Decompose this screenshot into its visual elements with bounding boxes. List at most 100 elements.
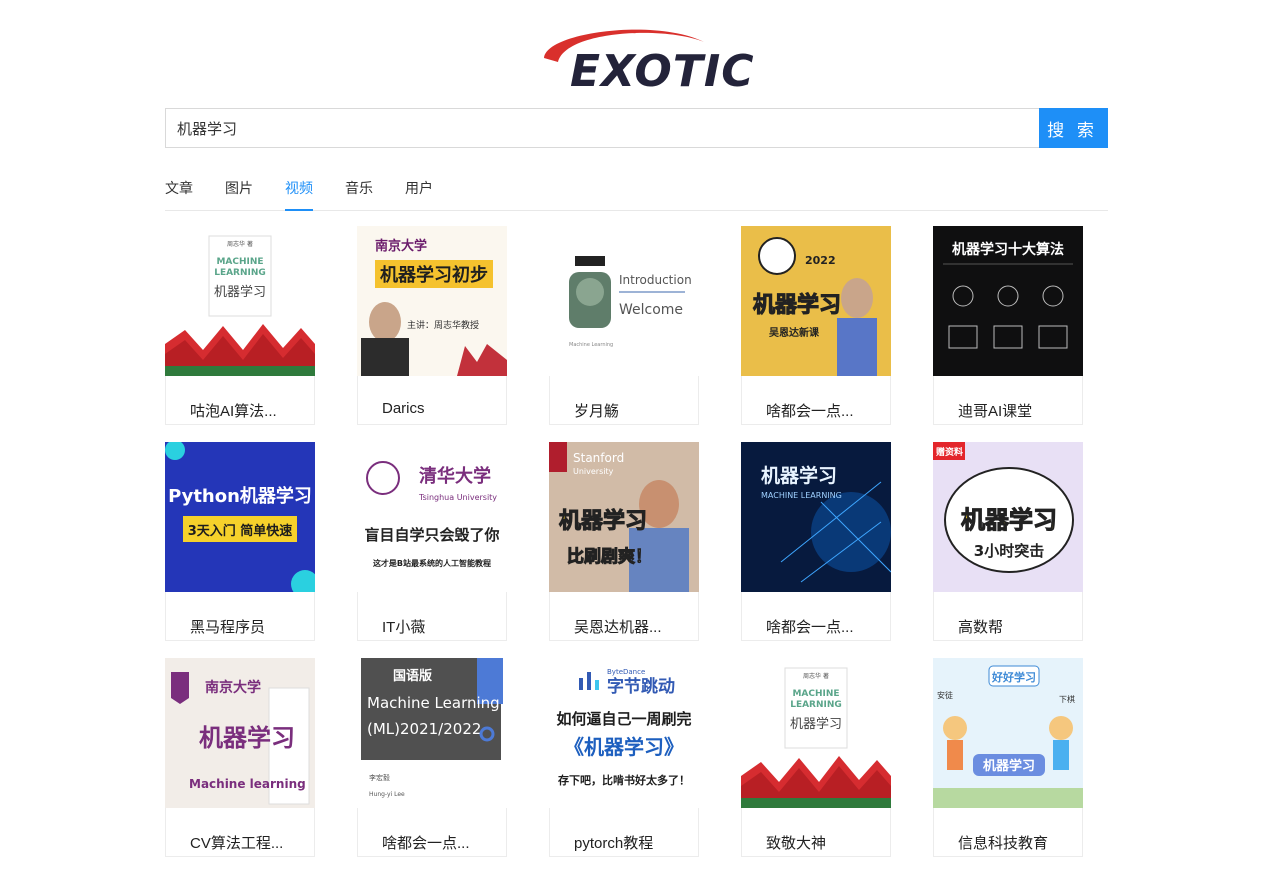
- video-author[interactable]: 啥都会一点...: [766, 616, 854, 637]
- video-thumbnail[interactable]: 清华大学 Tsinghua University 盲目自学只会毁了你 这才是B站…: [357, 442, 507, 592]
- thumb-text: 2022: [805, 254, 836, 267]
- thumb-text: ByteDance: [607, 668, 645, 676]
- thumb-text: MACHINE: [792, 689, 839, 699]
- thumb-text: 安徒: [937, 690, 953, 700]
- thumb-text: Machine Learning: [367, 694, 500, 712]
- video-author[interactable]: Darics: [382, 400, 425, 417]
- thumb-text: 吴恩达新课: [769, 326, 820, 339]
- video-card[interactable]: Introduction Welcome Machine Learning 岁月…: [549, 226, 699, 425]
- thumb-text: 3天入门 简单快速: [188, 523, 293, 539]
- video-card[interactable]: 2022 机器学习 吴恩达新课 啥都会一点...: [741, 226, 891, 425]
- thumb-text: 存下吧，比啃书好太多了！: [558, 773, 690, 787]
- thumb-text: 周志华 著: [803, 672, 829, 680]
- thumb-text: 盲目自学只会毁了你: [364, 526, 499, 544]
- thumb-text: 3小时突击: [974, 542, 1044, 560]
- thumb-text: University: [573, 467, 614, 476]
- logo-text: EXOTIC: [570, 46, 755, 97]
- video-thumbnail[interactable]: Stanford University 机器学习 比刷剧爽！: [549, 442, 699, 592]
- video-card[interactable]: 周志华 著 MACHINE LEARNING 机器学习 咕泡AI算法...: [165, 226, 315, 425]
- thumb-text: 机器学习: [961, 506, 1057, 534]
- video-author[interactable]: 岁月觞: [574, 400, 619, 421]
- video-author[interactable]: 黑马程序员: [190, 616, 265, 637]
- thumb-text: 机器学习: [753, 292, 841, 318]
- video-card[interactable]: ByteDance 字节跳动 如何逼自己一周刷完 《机器学习》 存下吧，比啃书好…: [549, 658, 699, 857]
- video-card[interactable]: 清华大学 Tsinghua University 盲目自学只会毁了你 这才是B站…: [357, 442, 507, 641]
- video-thumbnail[interactable]: 机器学习 MACHINE LEARNING: [741, 442, 891, 592]
- thumb-text: 机器学习: [214, 284, 266, 300]
- thumb-text: 字节跳动: [607, 676, 675, 697]
- thumb-text: LEARNING: [214, 268, 266, 278]
- video-card[interactable]: 国语版 Machine Learning (ML)2021/2022 李宏毅 H…: [357, 658, 507, 857]
- thumb-text: 下棋: [1059, 694, 1075, 704]
- video-thumbnail[interactable]: 机器学习十大算法: [933, 226, 1083, 376]
- video-card[interactable]: Stanford University 机器学习 比刷剧爽！ 吴恩达机器...: [549, 442, 699, 641]
- video-card[interactable]: 南京大学 机器学习初步 主讲：周志华教授 Darics: [357, 226, 507, 425]
- video-author[interactable]: 信息科技教育: [958, 832, 1048, 853]
- search-input[interactable]: [165, 108, 1039, 148]
- video-author[interactable]: 咕泡AI算法...: [190, 400, 277, 421]
- thumb-text: 清华大学: [419, 465, 491, 487]
- video-card[interactable]: 南京大学 机器学习 Machine learning CV算法工程...: [165, 658, 315, 857]
- video-thumbnail[interactable]: 南京大学 机器学习 Machine learning: [165, 658, 315, 808]
- tab-images[interactable]: 图片: [225, 178, 253, 209]
- thumb-text: 周志华 著: [227, 240, 253, 248]
- thumb-text: 这才是B站最系统的人工智能教程: [373, 558, 491, 568]
- video-thumbnail[interactable]: Python机器学习 3天入门 简单快速: [165, 442, 315, 592]
- exotic-logo[interactable]: EXOTIC: [536, 22, 754, 98]
- video-thumbnail[interactable]: Introduction Welcome Machine Learning: [549, 226, 699, 376]
- video-thumbnail[interactable]: 周志华 著 MACHINE LEARNING 机器学习: [165, 226, 315, 376]
- thumb-text: 比刷剧爽！: [567, 546, 652, 567]
- tab-videos[interactable]: 视频: [285, 178, 313, 211]
- video-author[interactable]: 啥都会一点...: [766, 400, 854, 421]
- video-card[interactable]: 机器学习 MACHINE LEARNING 啥都会一点...: [741, 442, 891, 641]
- video-card[interactable]: 好好学习 机器学习 安徒 下棋 信息科技教育: [933, 658, 1083, 857]
- video-thumbnail[interactable]: 国语版 Machine Learning (ML)2021/2022 李宏毅 H…: [357, 658, 507, 808]
- video-author[interactable]: CV算法工程...: [190, 832, 283, 853]
- thumb-text: MACHINE LEARNING: [761, 491, 842, 500]
- thumb-text: 主讲：周志华教授: [407, 319, 479, 331]
- video-thumbnail[interactable]: 周志华 著 MACHINE LEARNING 机器学习: [741, 658, 891, 808]
- video-author[interactable]: pytorch教程: [574, 832, 653, 853]
- thumb-text: 机器学习: [559, 508, 647, 534]
- video-author[interactable]: 致敬大神: [766, 832, 826, 853]
- tab-articles[interactable]: 文章: [165, 178, 193, 209]
- thumb-text: 如何逼自己一周刷完: [556, 710, 691, 728]
- video-card[interactable]: 机器学习十大算法 迪哥AI课堂: [933, 226, 1083, 425]
- video-author[interactable]: 啥都会一点...: [382, 832, 470, 853]
- thumb-text: Introduction: [619, 273, 692, 287]
- video-card[interactable]: 赠资料 机器学习 3小时突击 高数帮: [933, 442, 1083, 641]
- thumb-text: 机器学习初步: [380, 264, 488, 286]
- thumb-text: 赠资料: [936, 446, 963, 458]
- thumb-text: Machine learning: [189, 777, 306, 791]
- video-author[interactable]: 吴恩达机器...: [574, 616, 662, 637]
- search-button[interactable]: 搜 索: [1039, 108, 1108, 148]
- video-author[interactable]: IT小薇: [382, 616, 425, 637]
- thumb-text: 李宏毅: [369, 773, 390, 782]
- thumb-text: 好好学习: [991, 670, 1036, 684]
- tab-users[interactable]: 用户: [405, 178, 433, 209]
- thumb-text: 南京大学: [375, 238, 427, 254]
- thumb-text: Python机器学习: [168, 485, 312, 507]
- video-card[interactable]: Python机器学习 3天入门 简单快速 黑马程序员: [165, 442, 315, 641]
- search-bar: 搜 索: [165, 108, 1108, 148]
- video-thumbnail[interactable]: 赠资料 机器学习 3小时突击: [933, 442, 1083, 592]
- thumb-text: Tsinghua University: [418, 493, 497, 502]
- thumb-text: 机器学习十大算法: [952, 241, 1064, 258]
- tab-music[interactable]: 音乐: [345, 178, 373, 209]
- thumb-text: MACHINE: [216, 257, 263, 267]
- video-author[interactable]: 高数帮: [958, 616, 1003, 637]
- video-thumbnail[interactable]: 好好学习 机器学习 安徒 下棋: [933, 658, 1083, 808]
- thumb-text: Machine Learning: [569, 342, 613, 348]
- thumb-text: 机器学习: [199, 724, 295, 752]
- thumb-text: 机器学习: [790, 716, 842, 732]
- video-author[interactable]: 迪哥AI课堂: [958, 400, 1032, 421]
- thumb-text: 机器学习: [761, 464, 837, 487]
- video-thumbnail[interactable]: 2022 机器学习 吴恩达新课: [741, 226, 891, 376]
- thumb-text: (ML)2021/2022: [367, 720, 481, 738]
- video-card[interactable]: 周志华 著 MACHINE LEARNING 机器学习 致敬大神: [741, 658, 891, 857]
- video-thumbnail[interactable]: 南京大学 机器学习初步 主讲：周志华教授: [357, 226, 507, 376]
- category-tabs: 文章 图片 视频 音乐 用户: [165, 168, 1108, 211]
- thumb-text: LEARNING: [790, 700, 842, 710]
- video-thumbnail[interactable]: ByteDance 字节跳动 如何逼自己一周刷完 《机器学习》 存下吧，比啃书好…: [549, 658, 699, 808]
- thumb-text: 南京大学: [205, 679, 261, 696]
